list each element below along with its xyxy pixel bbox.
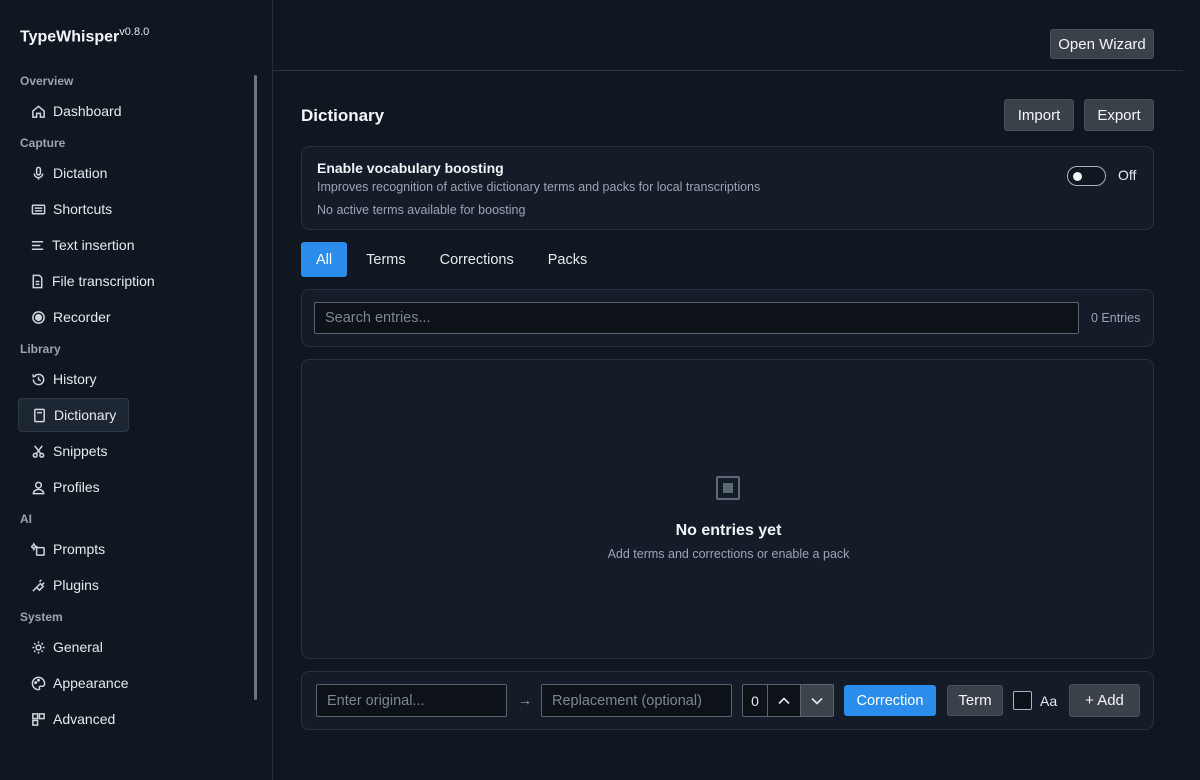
empty-subtitle: Add terms and corrections or enable a pa…: [607, 547, 850, 561]
tab-packs[interactable]: Packs: [533, 242, 603, 277]
top-bar: Open Wizard: [273, 0, 1183, 71]
tab-terms[interactable]: Terms: [351, 242, 420, 277]
keyboard-icon: [30, 201, 46, 217]
chevron-down-icon: [811, 697, 823, 705]
app-name: TypeWhisper: [20, 28, 120, 46]
vocabulary-boost-panel: Enable vocabulary boosting Improves reco…: [301, 146, 1154, 230]
empty-box-icon-inner: [723, 483, 733, 493]
sidebar-item-label: Recorder: [53, 309, 111, 325]
sidebar-item-label: Dictionary: [54, 407, 117, 423]
tab-corrections[interactable]: Corrections: [425, 242, 529, 277]
page-title: Dictionary: [301, 106, 385, 125]
sidebar-item-label: Appearance: [53, 675, 129, 691]
record-icon: [30, 309, 46, 325]
sidebar-item-general[interactable]: General: [18, 630, 129, 664]
section-label-capture: Capture: [20, 136, 66, 150]
stepper-value[interactable]: 0: [743, 685, 767, 716]
case-sensitive-label: Aa: [1040, 693, 1058, 709]
app-version: v0.8.0: [119, 26, 150, 38]
sidebar-item-label: Advanced: [53, 711, 116, 727]
sidebar-nav: Overview Dashboard Capture Dictation Shortcu…: [0, 66, 255, 738]
stepper-up-button[interactable]: [767, 685, 800, 716]
scissors-icon: [30, 443, 46, 459]
add-entry-panel: → 0 Correction Term Aa + Add: [301, 671, 1154, 730]
boost-title: Enable vocabulary boosting: [317, 160, 504, 176]
sidebar: TypeWhisperv0.8.0 Overview Dashboard Captu…: [0, 0, 273, 780]
boost-description: Improves recognition of active dictionar…: [317, 180, 761, 194]
sidebar-item-shortcuts[interactable]: Shortcuts: [18, 192, 129, 226]
text-lines-icon: [30, 237, 45, 253]
advanced-icon: [30, 711, 46, 727]
sidebar-item-text-insertion[interactable]: Text insertion: [18, 228, 134, 262]
sidebar-item-label: Shortcuts: [53, 201, 113, 217]
sidebar-item-file-transcription[interactable]: File transcription: [18, 264, 155, 298]
sidebar-scrollbar[interactable]: [254, 75, 257, 700]
section-label-overview: Overview: [20, 74, 74, 88]
sidebar-item-appearance[interactable]: Appearance: [18, 666, 129, 700]
boost-toggle[interactable]: [1067, 166, 1106, 186]
replacement-input[interactable]: [541, 684, 732, 717]
sidebar-item-dashboard[interactable]: Dashboard: [18, 94, 129, 128]
case-sensitive-checkbox[interactable]: [1013, 691, 1032, 710]
sidebar-item-advanced[interactable]: Advanced: [18, 702, 129, 736]
book-icon: [31, 407, 47, 423]
gear-icon: [30, 639, 46, 655]
microphone-icon: [30, 165, 46, 181]
home-icon: [30, 103, 46, 119]
entries-count: 0 Entries: [1091, 311, 1141, 325]
sidebar-item-label: Text insertion: [52, 237, 135, 253]
sidebar-item-label: Snippets: [53, 443, 108, 459]
boost-note: No active terms available for boosting: [317, 203, 526, 217]
sidebar-content: TypeWhisperv0.8.0 Overview Dashboard Captu…: [0, 0, 255, 764]
sidebar-item-dictation[interactable]: Dictation: [18, 156, 129, 190]
sidebar-item-profiles[interactable]: Profiles: [18, 470, 129, 504]
app-window: TypeWhisperv0.8.0 Overview Dashboard Captu…: [0, 0, 1200, 780]
sidebar-item-history[interactable]: History: [18, 362, 129, 396]
type-correction-button[interactable]: Correction: [844, 685, 936, 716]
type-term-button[interactable]: Term: [947, 685, 1003, 716]
palette-icon: [30, 675, 46, 691]
history-icon: [30, 371, 46, 387]
sidebar-item-label: File transcription: [52, 273, 155, 289]
search-panel: 0 Entries: [301, 289, 1154, 347]
export-button[interactable]: Export: [1084, 99, 1154, 131]
sidebar-item-prompts[interactable]: Prompts: [18, 532, 129, 566]
sidebar-item-dictionary[interactable]: Dictionary: [18, 398, 129, 432]
sidebar-item-label: History: [53, 371, 97, 387]
toggle-knob: [1073, 172, 1082, 181]
priority-stepper[interactable]: 0: [742, 684, 834, 717]
sidebar-item-label: Profiles: [53, 479, 100, 495]
sidebar-item-label: General: [53, 639, 103, 655]
section-label-library: Library: [20, 342, 61, 356]
toggle-state-label: Off: [1118, 167, 1137, 183]
add-entry-button[interactable]: + Add: [1069, 684, 1140, 717]
user-icon: [30, 479, 46, 495]
entries-list-empty-state: No entries yet Add terms and corrections…: [301, 359, 1154, 659]
sidebar-item-recorder[interactable]: Recorder: [18, 300, 129, 334]
sidebar-item-plugins[interactable]: Plugins: [18, 568, 129, 602]
stepper-down-button[interactable]: [800, 685, 833, 716]
sidebar-item-label: Dashboard: [53, 103, 122, 119]
app-brand: TypeWhisperv0.8.0: [20, 26, 149, 46]
arrow-right-icon: →: [518, 692, 532, 708]
section-label-system: System: [20, 610, 63, 624]
tab-all[interactable]: All: [301, 242, 348, 277]
import-button[interactable]: Import: [1004, 99, 1074, 131]
sidebar-item-snippets[interactable]: Snippets: [18, 434, 129, 468]
sidebar-item-label: Plugins: [53, 577, 99, 593]
chevron-up-icon: [778, 696, 790, 704]
empty-title: No entries yet: [675, 522, 782, 539]
empty-box-icon: [716, 476, 740, 500]
search-input[interactable]: [314, 302, 1079, 334]
sidebar-item-label: Prompts: [53, 541, 106, 557]
section-label-ai: AI: [20, 512, 32, 526]
filter-tabs: All Terms Corrections Packs: [301, 242, 606, 277]
file-icon: [30, 273, 45, 289]
original-input[interactable]: [316, 684, 507, 717]
plug-icon: [30, 577, 46, 593]
open-wizard-button[interactable]: Open Wizard: [1050, 29, 1154, 59]
sidebar-item-label: Dictation: [53, 165, 108, 181]
prompt-icon: [30, 541, 46, 557]
